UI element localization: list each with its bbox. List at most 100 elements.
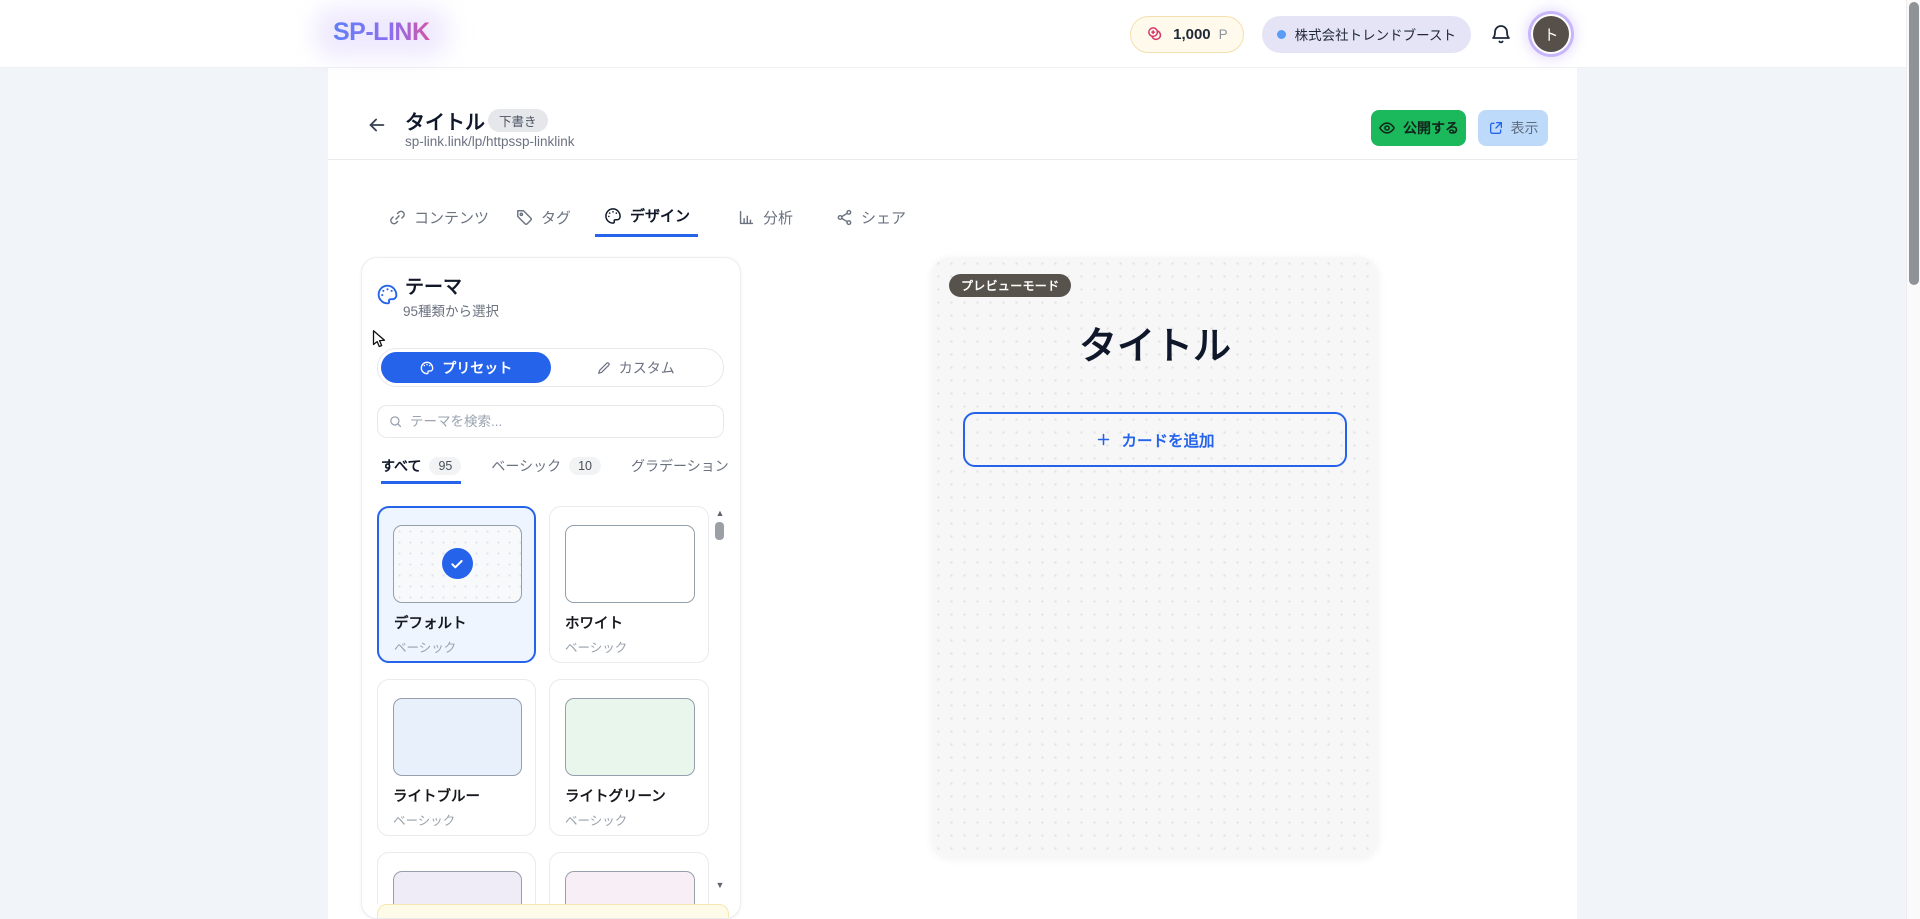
user-avatar[interactable]: ト [1531, 14, 1571, 54]
check-icon [442, 548, 473, 579]
preset-mode-tab[interactable]: プリセット [381, 352, 551, 383]
theme-card-white[interactable]: ホワイト ベーシック [549, 506, 709, 663]
view-label: 表示 [1511, 118, 1539, 138]
filter-all[interactable]: すべて 95 [381, 456, 461, 484]
palette-icon [603, 206, 623, 226]
theme-name: ライトグリーン [565, 785, 708, 806]
tab-label: シェア [861, 207, 906, 228]
tab-label: タグ [541, 207, 571, 228]
preview-mode-badge: プレビューモード [949, 274, 1071, 297]
filter-label: ベーシック [491, 456, 561, 476]
preset-mode-label: プリセット [442, 358, 512, 378]
theme-search-input[interactable] [410, 414, 713, 429]
publish-button[interactable]: 公開する [1371, 110, 1466, 146]
notice-box [377, 904, 729, 919]
tab-contents[interactable]: コンテンツ [388, 197, 489, 237]
theme-card-lightblue[interactable]: ライトブルー ベーシック [377, 679, 536, 836]
company-badge[interactable]: 株式会社トレンドブースト [1262, 16, 1471, 53]
points-badge[interactable]: 1,000 P [1130, 16, 1244, 53]
add-card-button[interactable]: カードを追加 [963, 412, 1347, 467]
draft-status-badge: 下書き [488, 109, 548, 132]
avatar-initial: ト [1543, 24, 1558, 45]
theme-name: ライトブルー [393, 785, 535, 806]
theme-card[interactable] [549, 852, 709, 904]
filter-basic[interactable]: ベーシック 10 [491, 456, 601, 484]
scroll-up-icon[interactable]: ▲ [715, 508, 725, 518]
status-dot-icon [1277, 30, 1286, 39]
theme-card-default[interactable]: デフォルト ベーシック [377, 506, 536, 663]
theme-panel-title: テーマ [405, 272, 462, 299]
page-header: タイトル 下書き sp-link.link/lp/httpssp-linklin… [328, 68, 1577, 160]
theme-category: ベーシック [394, 637, 534, 656]
theme-swatch [393, 871, 522, 904]
topbar-actions: 1,000 P 株式会社トレンドブースト ト [1130, 0, 1571, 68]
theme-swatch [565, 698, 695, 776]
filter-count: 95 [429, 457, 461, 475]
bell-icon [1489, 22, 1513, 46]
preview-page-title: タイトル [932, 315, 1378, 370]
theme-name: デフォルト [394, 612, 534, 633]
tag-icon [515, 208, 534, 227]
theme-card[interactable] [377, 852, 536, 904]
tab-design[interactable]: デザイン [595, 197, 698, 237]
view-button[interactable]: 表示 [1478, 110, 1548, 146]
arrow-left-icon [366, 114, 388, 136]
theme-category: ベーシック [565, 810, 708, 829]
theme-grid-scrollbar[interactable]: ▲ ▼ [713, 508, 727, 904]
add-card-label: カードを追加 [1121, 429, 1214, 451]
eye-icon [1378, 119, 1396, 137]
filter-label: グラデーション [631, 456, 729, 476]
theme-card-lightgreen[interactable]: ライトグリーン ベーシック [549, 679, 709, 836]
chart-icon [737, 208, 756, 227]
theme-search [377, 405, 724, 438]
theme-category: ベーシック [393, 810, 535, 829]
back-button[interactable] [366, 114, 388, 136]
tab-label: コンテンツ [414, 207, 489, 228]
filter-label: すべて [381, 456, 421, 476]
scrollbar-thumb[interactable] [1909, 2, 1919, 285]
custom-mode-label: カスタム [619, 358, 675, 378]
external-link-icon [1488, 120, 1504, 136]
notifications-button[interactable] [1489, 22, 1513, 46]
search-icon [388, 414, 403, 429]
tab-analytics[interactable]: 分析 [737, 197, 793, 237]
page-url: sp-link.link/lp/httpssp-linklink [405, 134, 575, 149]
points-value: 1,000 [1173, 26, 1211, 43]
theme-panel: テーマ 95種類から選択 プリセット カスタム [361, 257, 741, 919]
theme-panel-subtitle: 95種類から選択 [403, 300, 499, 320]
plus-icon [1095, 431, 1112, 448]
preview-panel: プレビューモード タイトル カードを追加 [932, 257, 1378, 857]
filter-count: 10 [569, 457, 601, 475]
palette-icon [375, 282, 400, 307]
app-logo[interactable]: SP-LINK [333, 18, 430, 47]
theme-swatch [393, 525, 522, 603]
custom-mode-tab[interactable]: カスタム [551, 352, 721, 383]
coins-icon [1146, 25, 1165, 44]
theme-grid: デフォルト ベーシック ホワイト ベーシック ライトブルー ベーシック ライトグ… [377, 506, 710, 904]
theme-mode-toggle: プリセット カスタム [377, 348, 724, 387]
theme-name: ホワイト [565, 612, 708, 633]
mouse-cursor [368, 328, 390, 350]
page-scrollbar[interactable] [1906, 0, 1920, 919]
tab-share[interactable]: シェア [835, 197, 906, 237]
theme-swatch [393, 698, 522, 776]
points-unit: P [1219, 27, 1228, 42]
page-title: タイトル [405, 106, 485, 135]
publish-label: 公開する [1403, 118, 1459, 138]
filter-gradation[interactable]: グラデーション [631, 456, 729, 484]
theme-swatch [565, 525, 695, 603]
tab-label: 分析 [763, 207, 793, 228]
tab-label: デザイン [630, 205, 690, 226]
palette-icon [419, 360, 435, 376]
scroll-down-icon[interactable]: ▼ [715, 880, 725, 890]
company-name: 株式会社トレンドブースト [1295, 24, 1456, 44]
top-app-bar: SP-LINK 1,000 P 株式会社トレンドブースト [0, 0, 1920, 68]
tab-tags[interactable]: タグ [515, 197, 571, 237]
theme-category: ベーシック [565, 637, 708, 656]
eyedropper-icon [596, 360, 612, 376]
share-icon [835, 208, 854, 227]
theme-swatch [565, 871, 695, 904]
scrollbar-thumb[interactable] [715, 522, 724, 540]
theme-category-filters: すべて 95 ベーシック 10 グラデーション [381, 456, 735, 484]
link-icon [388, 208, 407, 227]
